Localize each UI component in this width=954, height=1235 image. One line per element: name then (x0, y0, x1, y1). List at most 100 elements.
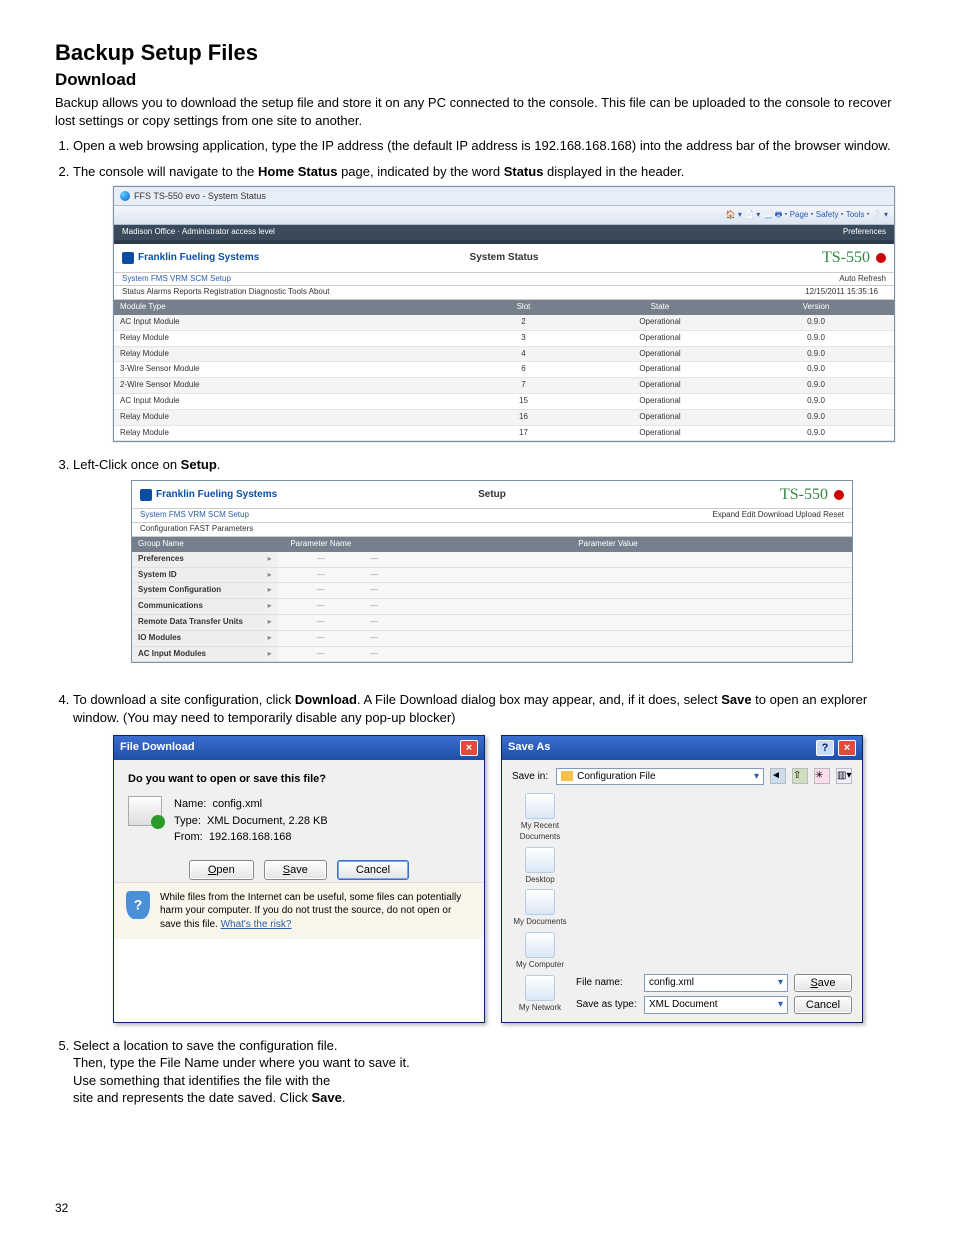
new-folder-icon[interactable]: ✳ (814, 768, 830, 784)
text-bold: Status (504, 164, 544, 179)
text: . A File Download dialog box may appear,… (357, 692, 721, 707)
brand-text: Franklin Fueling Systems (156, 488, 277, 502)
table-row: Relay Module4Operational0.9.0 (114, 346, 894, 362)
ie-menu-text[interactable]: Page ▾ Safety ▾ Tools ▾ (790, 210, 870, 219)
file-icon (128, 796, 162, 826)
page-number: 32 (55, 1201, 68, 1215)
text-bold: Home Status (258, 164, 337, 179)
label: Type: (174, 815, 201, 827)
page-header-title: Setup (478, 488, 506, 502)
text: . (217, 457, 221, 472)
table-row[interactable]: Communications▸—— (132, 599, 852, 615)
table-row[interactable]: System Configuration▸—— (132, 583, 852, 599)
page-header-title: System Status (470, 251, 539, 265)
save-in-label: Save in: (512, 770, 548, 784)
col-slot: Slot (465, 300, 582, 315)
globe-icon (120, 191, 130, 201)
place-desktop[interactable]: Desktop (512, 847, 568, 886)
help-icon[interactable]: ? (816, 740, 834, 756)
savetype-combo[interactable]: XML Document▾ (644, 996, 788, 1014)
back-icon[interactable]: ◄ (770, 768, 786, 784)
risk-link[interactable]: What's the risk? (221, 919, 292, 930)
modules-table: Module Type Slot State Version AC Input … (114, 300, 894, 441)
cancel-button[interactable]: Cancel (337, 860, 409, 880)
table-row[interactable]: AC Input Modules▸—— (132, 646, 852, 662)
place-label: My Recent Documents (520, 821, 560, 841)
brand-text: Franklin Fueling Systems (138, 251, 259, 265)
text: The console will navigate to the (73, 164, 258, 179)
table-row: 3-Wire Sensor Module6Operational0.9.0 (114, 362, 894, 378)
filename-label: File name: (576, 976, 638, 990)
place-mydocs[interactable]: My Documents (512, 889, 568, 928)
table-row: 2-Wire Sensor Module7Operational0.9.0 (114, 378, 894, 394)
col-module-type: Module Type (114, 300, 465, 315)
table-row[interactable]: Remote Data Transfer Units▸—— (132, 615, 852, 631)
ffs-logo-icon (140, 489, 152, 501)
folder-icon (561, 771, 573, 781)
dialog-title: Save As (508, 740, 550, 755)
place-label: My Documents (513, 917, 566, 926)
place-mynetwork[interactable]: My Network (512, 975, 568, 1014)
save-button[interactable]: Save (264, 860, 327, 880)
shield-icon (126, 891, 150, 919)
up-icon[interactable]: ⇧ (792, 768, 808, 784)
text: Select a location to save the configurat… (73, 1038, 338, 1053)
value: config.xml (649, 976, 694, 990)
col-param-name: Parameter Name (278, 537, 364, 552)
col-group-name: Group Name (132, 537, 262, 552)
filename-input[interactable]: config.xml▾ (644, 974, 788, 992)
status-dot-icon (876, 253, 886, 263)
value: XML Document, 2.28 KB (207, 815, 328, 827)
dialog-title: File Download (120, 740, 195, 755)
table-row[interactable]: Preferences▸—— (132, 552, 852, 567)
text: page, indicated by the word (337, 164, 503, 179)
text-bold: Setup (181, 457, 217, 472)
model-label: TS-550 (822, 247, 870, 269)
place-label: My Computer (516, 960, 564, 969)
label: Name: (174, 798, 206, 810)
table-row[interactable]: System ID▸—— (132, 567, 852, 583)
place-label: Desktop (525, 875, 554, 884)
preferences-link[interactable]: Preferences (843, 227, 886, 238)
close-icon[interactable]: × (460, 740, 478, 756)
ie-toolbar: 🏠 ▾ 📄 ▾ 📃 🖶 ▾ Page ▾ Safety ▾ Tools ▾ ❔ … (114, 206, 894, 225)
value: XML Document (649, 998, 718, 1012)
timestamp: 12/15/2011 15:35:16 (805, 287, 878, 298)
table-row: Relay Module3Operational0.9.0 (114, 330, 894, 346)
open-button[interactable]: Open (189, 860, 254, 880)
step-1: Open a web browsing application, type th… (73, 137, 899, 155)
intro-paragraph: Backup allows you to download the setup … (55, 94, 899, 129)
save-as-dialog: Save As ? × Save in: Configuration File … (501, 735, 863, 1023)
text: To download a site configuration, click (73, 692, 295, 707)
nav-primary[interactable]: System FMS VRM SCM Setup (122, 274, 231, 283)
nav-secondary[interactable]: Status Alarms Reports Registration Diagn… (122, 287, 330, 298)
model-label: TS-550 (780, 484, 828, 506)
close-icon[interactable]: × (838, 740, 856, 756)
tab-title: FFS TS-550 evo - System Status (134, 190, 266, 202)
nav-primary[interactable]: System FMS VRM SCM Setup (140, 510, 249, 519)
ie-menu[interactable]: 🏠 ▾ 📄 ▾ 📃 🖶 ▾ Page ▾ Safety ▾ Tools ▾ ❔ … (726, 210, 888, 221)
place-recent[interactable]: My Recent Documents (512, 793, 568, 843)
screenshot-setup: Franklin Fueling Systems Setup TS-550 Sy… (131, 480, 853, 664)
setup-actions[interactable]: Expand Edit Download Upload Reset (712, 510, 844, 521)
place-mycomputer[interactable]: My Computer (512, 932, 568, 971)
text: . (342, 1090, 346, 1105)
col-state: State (582, 300, 738, 315)
setup-table: Group Name Parameter Name Parameter Valu… (132, 537, 852, 662)
text: Left-Click once on (73, 457, 181, 472)
value: config.xml (213, 798, 263, 810)
save-in-combo[interactable]: Configuration File ▾ (556, 768, 764, 786)
views-icon[interactable]: ▥▾ (836, 768, 852, 784)
cancel-button[interactable]: Cancel (794, 996, 852, 1014)
save-button[interactable]: Save (794, 974, 852, 992)
table-row: Relay Module17Operational0.9.0 (114, 425, 894, 441)
table-row[interactable]: IO Modules▸—— (132, 630, 852, 646)
nav-secondary[interactable]: Configuration FAST Parameters (140, 524, 253, 535)
col-version: Version (738, 300, 894, 315)
ffs-logo-icon (122, 252, 134, 264)
page-title: Backup Setup Files (55, 40, 899, 66)
auto-refresh-link[interactable]: Auto Refresh (839, 274, 886, 285)
savetype-label: Save as type: (576, 998, 638, 1012)
text-bold: Download (295, 692, 357, 707)
site-label: Madison Office · Administrator access le… (122, 227, 275, 238)
